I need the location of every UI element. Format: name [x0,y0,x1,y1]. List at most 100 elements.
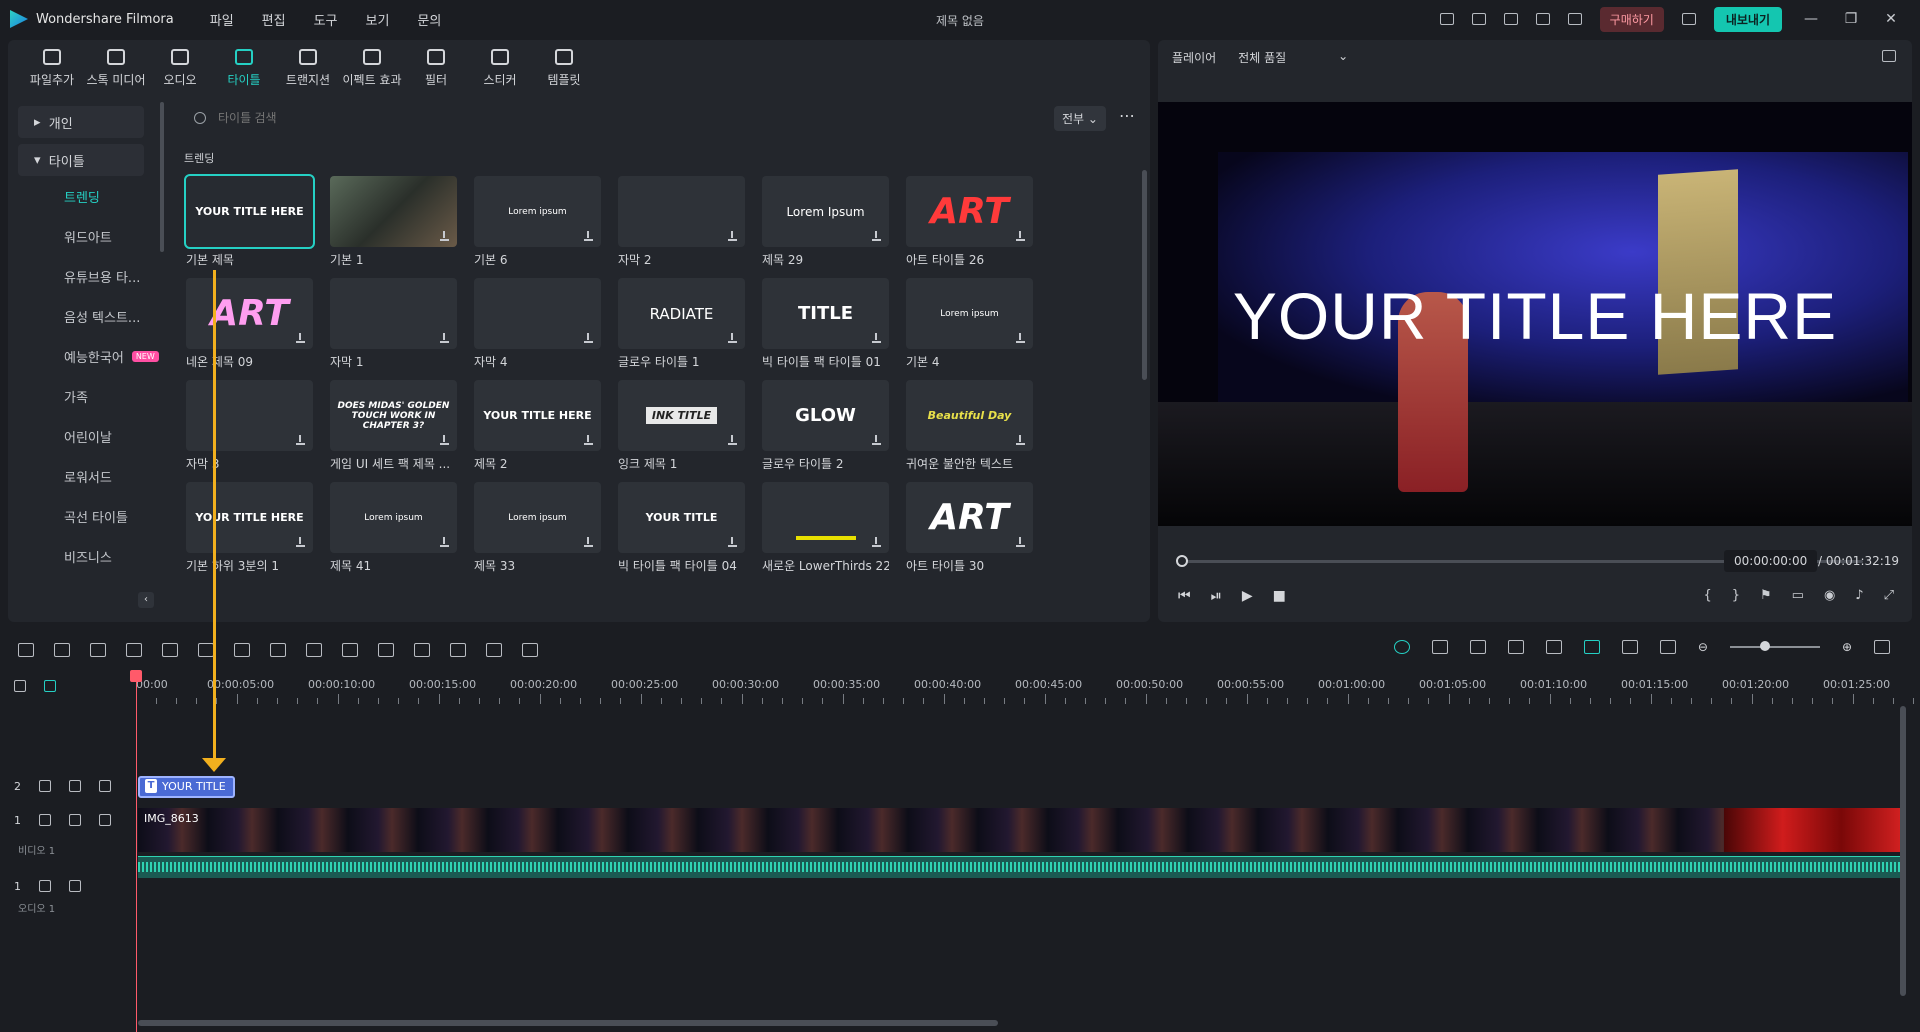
current-timecode[interactable]: 00:00:00:00 [1724,550,1818,572]
redo-icon[interactable] [126,643,142,657]
filter-dropdown[interactable]: 전부 ⌄ [1054,106,1106,131]
search-input[interactable] [218,111,718,125]
title-thumbnail[interactable]: RADIATE [618,278,745,349]
sidebar-item-curve-titles[interactable]: 곡선 타이틀 [8,496,168,536]
keyframe-icon[interactable] [378,643,394,657]
title-card[interactable]: TITLE 빅 타이틀 팩 타이틀 01 [762,278,889,370]
title-thumbnail[interactable]: GLOW [762,380,889,451]
sidebar-item-childrens-day[interactable]: 어린이날 [8,416,168,456]
title-thumbnail[interactable]: Lorem ipsum [906,278,1033,349]
timeline-ruler[interactable]: 00:00 00:00:05:00 00:00:10:00 00:00:15:00 00… [136,670,1914,704]
add-track-icon[interactable] [14,680,26,692]
title-clip[interactable]: YOUR TITLE [138,776,235,798]
download-icon[interactable] [440,537,449,547]
fullscreen-icon[interactable]: ⤢ [1884,588,1894,603]
layout-grid-icon[interactable] [18,643,34,657]
download-icon[interactable] [872,333,881,343]
title-card[interactable]: Lorem ipsum 기본 4 [906,278,1033,370]
timeline-vertical-scrollbar[interactable] [1900,706,1906,996]
title-card[interactable]: YOUR TITLE 빅 타이틀 팩 타이틀 04 [618,482,745,574]
title-card[interactable]: Beautiful Day 귀여운 불안한 텍스트 [906,380,1033,472]
tool-import[interactable]: 파일추가 [20,40,84,96]
download-icon[interactable] [296,537,305,547]
play-icon[interactable]: ▶ [1242,588,1253,604]
voiceover-icon[interactable] [1545,640,1562,654]
title-thumbnail[interactable] [762,482,889,553]
speaker-icon[interactable] [69,780,81,792]
zoom-out-icon[interactable]: ⊖ [1698,640,1708,654]
zoom-knob[interactable] [1759,641,1770,651]
menu-edit[interactable]: 편집 [262,10,286,29]
download-icon[interactable] [872,231,881,241]
title-thumbnail[interactable] [618,176,745,247]
lock-icon[interactable] [39,814,51,826]
microphone-icon[interactable] [1507,640,1524,654]
tool-filters[interactable]: 필터 [404,40,468,96]
title-thumbnail[interactable]: Lorem Ipsum [762,176,889,247]
buy-button[interactable]: 구매하기 [1599,6,1664,32]
export-button[interactable]: 내보내기 [1713,6,1782,32]
title-card[interactable]: ART 아트 타이틀 26 [906,176,1033,268]
title-card[interactable]: ART 아트 타이틀 30 [906,482,1033,574]
download-icon[interactable] [440,333,449,343]
title-card[interactable]: Lorem ipsum 기본 6 [474,176,601,268]
download-icon[interactable] [1016,537,1025,547]
title-card[interactable]: YOUR TITLE HERE 제목 2 [474,380,601,472]
download-icon[interactable] [440,231,449,241]
title-thumbnail[interactable] [330,176,457,247]
sidebar-item-lower-thirds[interactable]: 로워서드 [8,456,168,496]
marker-icon[interactable]: ⚑ [1760,588,1772,603]
title-card[interactable]: 새로운 LowerThirds 22 [762,482,889,574]
title-card[interactable]: 자막 1 [330,278,457,370]
download-icon[interactable] [440,435,449,445]
speaker-icon[interactable] [69,880,81,892]
title-card[interactable]: 자막 2 [618,176,745,268]
tool-titles[interactable]: 타이틀 [212,40,276,96]
download-icon[interactable] [728,537,737,547]
sidebar-item-business[interactable]: 비즈니스 [8,536,168,576]
preview-title-overlay[interactable]: YOUR TITLE HERE [1158,278,1912,354]
title-card[interactable]: INK TITLE 잉크 제목 1 [618,380,745,472]
stop-icon[interactable]: ■ [1273,588,1286,604]
sidebar-group-titles[interactable]: ▾ 타이틀 [18,144,144,176]
lock-icon[interactable] [39,880,51,892]
download-icon[interactable] [1016,435,1025,445]
speaker-icon[interactable] [69,814,81,826]
tool-templates[interactable]: 템플릿 [532,40,596,96]
track-layout-icon[interactable] [1874,640,1890,654]
sidebar-item-youtube[interactable]: 유튜브용 타... [8,256,168,296]
camera-icon[interactable]: ◉ [1824,588,1835,603]
volume-icon[interactable]: ♪ [1855,588,1863,603]
download-icon[interactable] [728,435,737,445]
render-icon[interactable] [1431,640,1448,654]
eye-icon[interactable] [99,780,111,792]
title-thumbnail[interactable]: DOES MIDAS' GOLDEN TOUCH WORK IN CHAPTER… [330,380,457,451]
minimize-icon[interactable]: — [1800,11,1822,27]
crop-icon[interactable] [270,643,286,657]
zoom-slider[interactable] [1729,641,1820,651]
title-thumbnail[interactable]: YOUR TITLE HERE [474,380,601,451]
subtitle-icon[interactable] [1659,640,1676,654]
title-card[interactable]: DOES MIDAS' GOLDEN TOUCH WORK IN CHAPTER… [330,380,457,472]
download-icon[interactable] [296,435,305,445]
preview-video[interactable]: YOUR TITLE HERE [1158,102,1912,526]
title-thumbnail[interactable] [330,278,457,349]
play-slow-icon[interactable]: ⏯ [1211,588,1222,604]
title-card[interactable]: YOUR TITLE HERE 기본 하위 3분의 1 [186,482,313,574]
ai-icon[interactable] [1393,640,1410,654]
tool-effects[interactable]: 이펙트 효과 [340,40,404,96]
menu-tools[interactable]: 도구 [314,10,338,29]
playhead[interactable] [136,672,137,1032]
title-thumbnail[interactable]: YOUR TITLE HERE [184,174,315,249]
tool-stickers[interactable]: 스티커 [468,40,532,96]
playback-knob[interactable] [1176,555,1188,567]
eye-icon[interactable] [99,814,111,826]
green-screen-icon[interactable] [486,643,502,657]
title-thumbnail[interactable]: ART [906,482,1033,553]
tool-audio[interactable]: 오디오 [148,40,212,96]
download-icon[interactable] [584,435,593,445]
undo-icon[interactable] [90,643,106,657]
display-icon[interactable]: ▭ [1792,588,1804,603]
download-icon[interactable] [584,231,593,241]
snapshot-settings-icon[interactable] [1882,50,1896,62]
